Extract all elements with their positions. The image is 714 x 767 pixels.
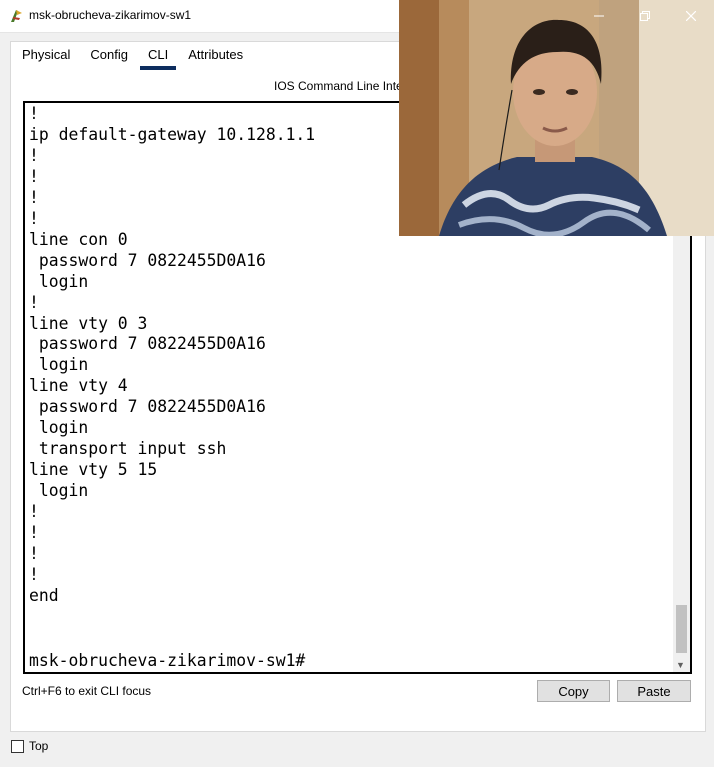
close-icon xyxy=(686,11,696,21)
console-output: ! ip default-gateway 10.128.1.1 ! ! ! ! … xyxy=(29,104,316,605)
packet-tracer-icon xyxy=(11,10,22,22)
top-checkbox[interactable] xyxy=(11,739,24,753)
restore-icon xyxy=(640,11,650,21)
webcam-person-image xyxy=(399,0,714,236)
paste-button[interactable]: Paste xyxy=(617,680,691,702)
console-prompt[interactable]: msk-obrucheva-zikarimov-sw1# xyxy=(29,651,305,671)
tab-physical[interactable]: Physical xyxy=(12,44,80,68)
tab-config[interactable]: Config xyxy=(80,44,138,68)
tab-cli[interactable]: CLI xyxy=(138,44,178,70)
scrollbar-thumb[interactable] xyxy=(676,605,687,653)
minimize-button[interactable] xyxy=(576,0,622,32)
close-button[interactable] xyxy=(668,0,714,32)
scroll-down-icon[interactable]: ▼ xyxy=(676,660,685,670)
webcam-overlay xyxy=(399,0,714,236)
top-checkbox-label: Top xyxy=(29,739,49,753)
tab-attributes[interactable]: Attributes xyxy=(178,44,253,68)
minimize-icon xyxy=(594,15,604,17)
top-option[interactable]: Top xyxy=(11,739,48,753)
cli-focus-hint: Ctrl+F6 to exit CLI focus xyxy=(22,684,152,698)
window-title: msk-obrucheva-zikarimov-sw1 xyxy=(29,8,192,22)
window-controls xyxy=(576,0,714,32)
tab-bar: Physical Config CLI Attributes xyxy=(12,44,253,70)
copy-button[interactable]: Copy xyxy=(537,680,610,702)
restore-button[interactable] xyxy=(622,0,668,32)
